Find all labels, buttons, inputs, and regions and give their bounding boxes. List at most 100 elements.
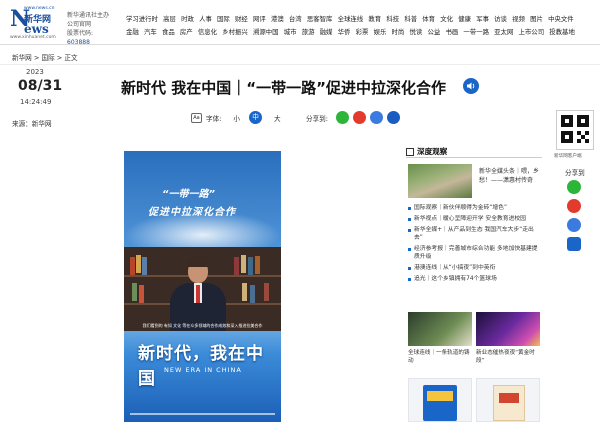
nav-link[interactable]: 时政	[181, 13, 194, 26]
article-video[interactable]: “一带一路” 促进中拉深化合作 我们看到的 有如 文化 等在众多领域的合作成效和…	[124, 151, 281, 422]
video-subtitle: 我们看到的 有如 文化 等在众多领域的合作成效和深入推进拉美合作	[142, 323, 263, 328]
nav-link[interactable]: 国际	[217, 13, 230, 26]
nav-link[interactable]: 金融	[126, 26, 139, 39]
article-title: 新时代 我在中国｜“一带一路”促进中拉深化合作	[121, 79, 446, 97]
font-size-large-button[interactable]: 大	[274, 113, 281, 123]
stock-label: 股票代码:	[67, 30, 94, 37]
nav-link[interactable]: 学习进行时	[126, 13, 158, 26]
main-nav: 学习进行时 高层 时政 人事 国际 财经 网评 港澳 台湾 思客智库 全球连线 教育 科技 科普 体育 文化健…	[126, 13, 596, 39]
font-size-tools: Aa 字体: 小 中 大	[191, 111, 281, 124]
app-qr-code[interactable]	[556, 110, 594, 150]
share-buttons	[336, 111, 400, 124]
nav-link[interactable]: 科普	[404, 13, 417, 26]
nav-link[interactable]: 食品	[162, 26, 175, 39]
nav-link[interactable]: 视频	[512, 13, 525, 26]
audio-play-icon[interactable]	[463, 78, 479, 94]
nav-link[interactable]: 时尚	[392, 26, 405, 39]
side-share-buttons	[567, 180, 581, 251]
promo-book-1[interactable]	[408, 378, 472, 422]
nav-link[interactable]: 台湾	[289, 13, 302, 26]
nav-link[interactable]: 文化	[440, 13, 453, 26]
nav-link[interactable]: 科技	[386, 13, 399, 26]
nav-link[interactable]: 娱乐	[374, 26, 387, 39]
thumb-caption-2[interactable]: 新业态催热夜夜“黄金时段”	[476, 349, 542, 365]
thumb-image-1[interactable]	[408, 312, 472, 346]
nav-link[interactable]: 港澳	[271, 13, 284, 26]
header-info: 新华通讯社主办 公司官网 股票代码: 603888	[67, 11, 117, 47]
nav-link[interactable]: 悦读	[410, 26, 423, 39]
logo-url: www.xinhuanet.com	[10, 35, 56, 40]
nav-link[interactable]: 华侨	[338, 26, 351, 39]
nav-link[interactable]: 全球连线	[338, 13, 364, 26]
nav-link[interactable]: 军事	[476, 13, 489, 26]
article-source: 来源：新华网	[12, 120, 52, 128]
promo-book-2[interactable]	[476, 378, 540, 422]
news-list-item[interactable]: 新华全媒+｜从产品到生态 我国汽车大步“走出去”	[408, 226, 542, 242]
thumb-caption-1[interactable]: 全球连线｜一条轨道的铸动	[408, 349, 474, 365]
deep-observation-panel: 深度观察 新华全媒头条｜喂，乡愁！——潇惠村传奇 国际观察｜新伙伴顺得为金砖“增…	[406, 146, 542, 422]
nav-link[interactable]: 旅游	[302, 26, 315, 39]
thumb-image-2[interactable]	[476, 312, 540, 346]
video-speaker	[170, 257, 226, 331]
news-list-item[interactable]: 新华视点｜暖心呈障迎开学 安全教育进校园	[408, 215, 542, 223]
nav-link[interactable]: 城市	[284, 26, 297, 39]
nav-link[interactable]: 访谈	[494, 13, 507, 26]
side-weibo-icon[interactable]	[567, 199, 581, 213]
news-list-item[interactable]: 经济参考报｜完善城市综合功能 多地加快基建提质升级	[408, 245, 542, 261]
section-title: 深度观察	[417, 147, 448, 156]
nav-link[interactable]: 网评	[253, 13, 266, 26]
nav-link[interactable]: 财经	[235, 13, 248, 26]
header-divider	[0, 44, 600, 45]
video-title-line2: 促进中拉深化合作	[148, 207, 236, 218]
nav-link[interactable]: 彩票	[356, 26, 369, 39]
publish-time: 14:24:49	[20, 98, 52, 106]
nav-link[interactable]: 健康	[458, 13, 471, 26]
nav-link[interactable]: 融媒	[320, 26, 333, 39]
nav-link[interactable]: 高层	[163, 13, 176, 26]
header-info-line2[interactable]: 公司官网	[67, 20, 117, 29]
side-share-label: 分享到	[565, 169, 585, 177]
news-list-item[interactable]: 港澳连线｜从“小搞夜”到中英衔	[408, 264, 542, 272]
nav-link[interactable]: 中央文件	[548, 13, 574, 26]
link-share-icon[interactable]	[370, 111, 383, 124]
video-english-title: NEW ERA IN CHINA	[164, 366, 242, 374]
font-size-medium-button[interactable]: 中	[249, 111, 263, 124]
feature-title[interactable]: 新华全媒头条｜喂，乡愁！——潇惠村传奇	[479, 167, 541, 185]
side-app-icon[interactable]	[567, 237, 581, 251]
publish-month-day: 08/31	[18, 78, 63, 94]
nav-link[interactable]: 溯源中国	[253, 26, 279, 39]
font-size-small-button[interactable]: 小	[233, 113, 240, 123]
video-progress-bar[interactable]	[130, 413, 275, 415]
video-main-title: 新时代，我在中国	[138, 344, 264, 389]
share-label: 分享到:	[306, 115, 329, 123]
nav-link[interactable]: 一带一路	[463, 26, 489, 39]
side-link-icon[interactable]	[567, 218, 581, 232]
breadcrumb[interactable]: 新华网 > 国际 > 正文	[12, 52, 78, 62]
nav-link[interactable]: 体育	[422, 13, 435, 26]
nav-row-2: 金融 汽车 食品 房产 信息化 乡村振兴 溯源中国 城市 旅游 融媒 华侨 彩票 娱乐 时尚 悦读 公益 书画一…	[126, 26, 596, 39]
news-list-item[interactable]: 追光｜这个乡镇拥有74个篮球场	[408, 275, 542, 283]
site-logo[interactable]: www.news.cn N 新华网 ews www.xinhuanet.com	[10, 6, 62, 40]
nav-link[interactable]: 房产	[180, 26, 193, 39]
news-list-item[interactable]: 国际观察｜新伙伴顺得为金砖“增色”	[408, 204, 542, 212]
nav-link[interactable]: 亚太网	[494, 26, 513, 39]
app-share-icon[interactable]	[387, 111, 400, 124]
nav-link[interactable]: 思客智库	[307, 13, 333, 26]
side-wechat-icon[interactable]	[567, 180, 581, 194]
weibo-share-icon[interactable]	[353, 111, 366, 124]
feature-image[interactable]	[408, 164, 472, 198]
nav-link[interactable]: 书画	[445, 26, 458, 39]
feature-story[interactable]: 新华全媒头条｜喂，乡愁！——潇惠村传奇	[406, 164, 542, 198]
nav-link[interactable]: 投教基地	[549, 26, 575, 39]
nav-link[interactable]: 上市公司	[519, 26, 545, 39]
nav-link[interactable]: 图片	[530, 13, 543, 26]
nav-link[interactable]: 乡村振兴	[222, 26, 248, 39]
nav-row-1: 学习进行时 高层 时政 人事 国际 财经 网评 港澳 台湾 思客智库 全球连线 教育 科技 科普 体育 文化健…	[126, 13, 596, 26]
nav-link[interactable]: 信息化	[198, 26, 217, 39]
nav-link[interactable]: 人事	[199, 13, 212, 26]
nav-link[interactable]: 汽车	[144, 26, 157, 39]
nav-link[interactable]: 教育	[368, 13, 381, 26]
wechat-share-icon[interactable]	[336, 111, 349, 124]
section-icon	[406, 147, 414, 156]
nav-link[interactable]: 公益	[427, 26, 440, 39]
